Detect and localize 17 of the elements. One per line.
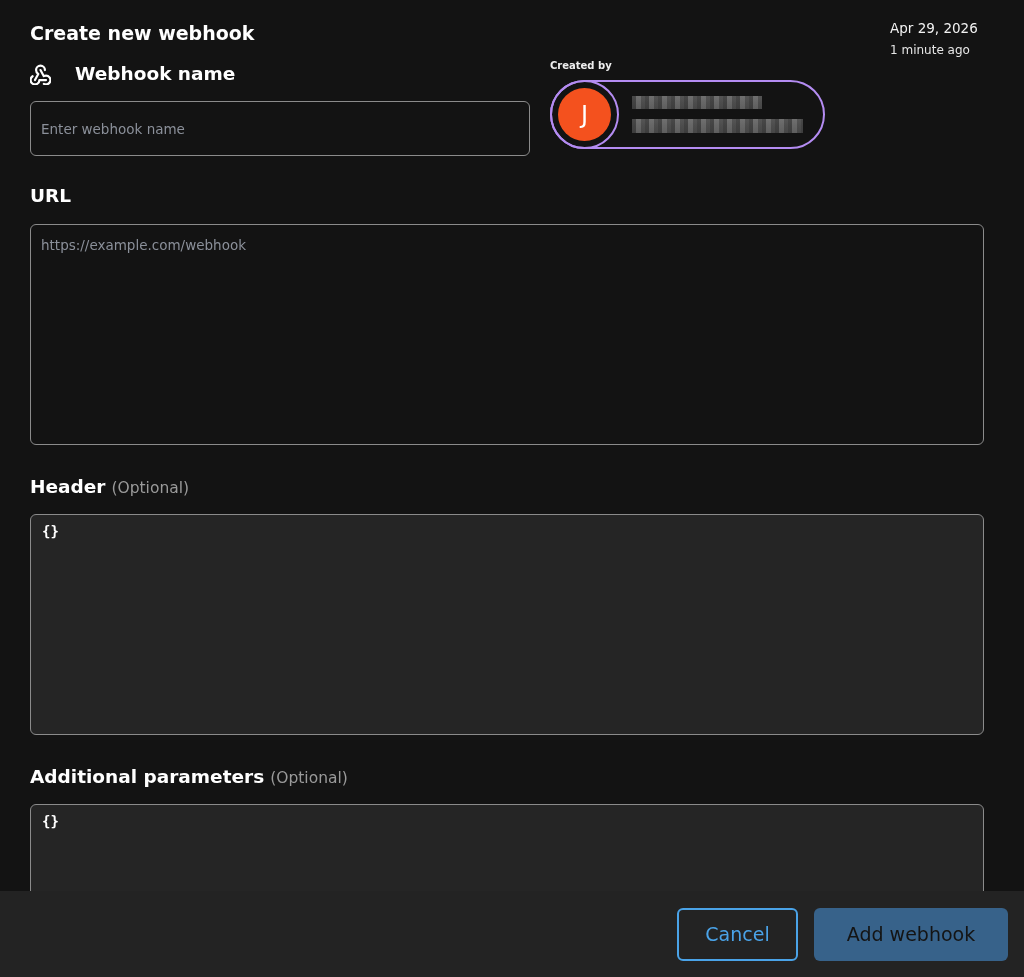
field-label: Additional parameters	[30, 765, 265, 789]
optional-hint: (Optional)	[111, 479, 190, 497]
cancel-button[interactable]: Cancel	[677, 907, 798, 961]
field-label: URL	[30, 184, 72, 208]
created-date: Apr 29, 2026	[890, 19, 978, 38]
relative-time: 1 minute ago	[890, 42, 970, 58]
webhook-name-input[interactable]: Enter webhook name	[30, 101, 530, 156]
webhook-icon	[30, 63, 51, 85]
optional-hint: (Optional)	[270, 769, 348, 787]
dialog-title: Create new webhook	[30, 21, 255, 45]
json-field[interactable]: {}	[30, 514, 984, 735]
json-field[interactable]: {}	[30, 804, 984, 891]
url-field[interactable]: https://example.com/webhook	[30, 224, 984, 445]
avatar: J	[550, 80, 619, 149]
field-label: Webhook name	[75, 62, 236, 86]
created-by-label: Created by	[550, 60, 612, 72]
field-label: Header	[30, 475, 106, 499]
